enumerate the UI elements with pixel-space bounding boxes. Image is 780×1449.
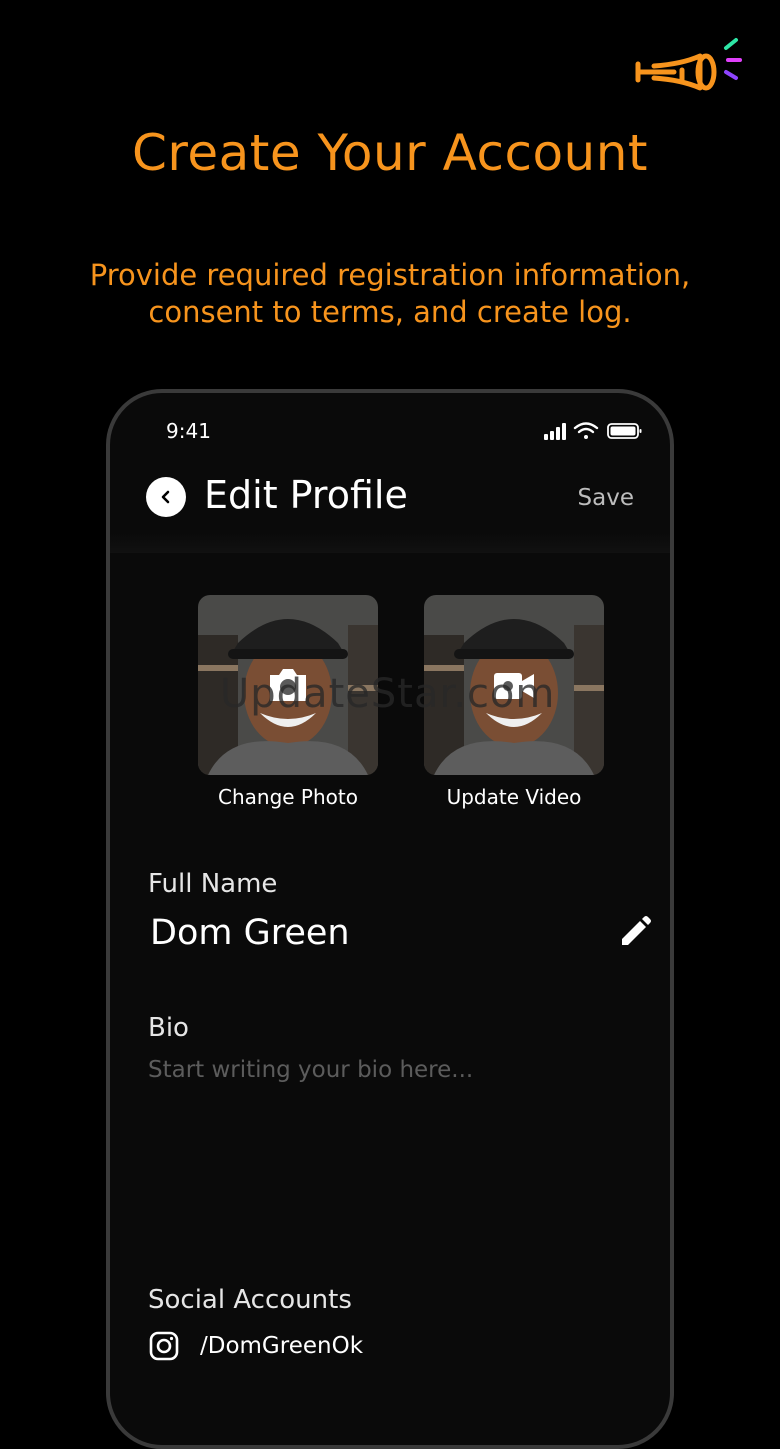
save-button[interactable]: Save xyxy=(578,485,634,511)
instagram-handle: /DomGreenOk xyxy=(200,1333,364,1359)
promo-subtitle: Provide required registration informatio… xyxy=(89,258,691,329)
battery-icon xyxy=(607,423,642,439)
instagram-icon xyxy=(149,1331,179,1361)
full-name-value: Dom Green xyxy=(150,913,350,953)
promo-title: Create Your Account xyxy=(131,124,649,182)
bio-label: Bio xyxy=(148,1013,189,1043)
status-time: 9:41 xyxy=(166,419,211,443)
chevron-left-icon xyxy=(161,490,170,504)
update-video-label[interactable]: Update Video xyxy=(424,785,604,809)
full-name-label: Full Name xyxy=(148,869,278,899)
social-accounts-label: Social Accounts xyxy=(148,1285,352,1315)
page-title: Edit Profile xyxy=(204,473,408,517)
pencil-icon[interactable] xyxy=(618,915,652,949)
instagram-account-row[interactable]: /DomGreenOk xyxy=(148,1329,363,1363)
bio-input[interactable] xyxy=(148,1057,628,1257)
signal-icon xyxy=(544,423,566,440)
back-button[interactable] xyxy=(146,477,186,517)
wifi-icon xyxy=(573,422,599,439)
update-video-button[interactable] xyxy=(424,595,604,775)
camera-icon xyxy=(270,669,306,701)
change-photo-label[interactable]: Change Photo xyxy=(198,785,378,809)
change-photo-button[interactable] xyxy=(198,595,378,775)
status-icons xyxy=(544,422,642,440)
video-camera-icon xyxy=(494,673,534,699)
horn-logo-icon xyxy=(635,38,742,91)
phone-mockup: 9:41 Edit Profile Save Change Photo Upda… xyxy=(106,389,674,1449)
